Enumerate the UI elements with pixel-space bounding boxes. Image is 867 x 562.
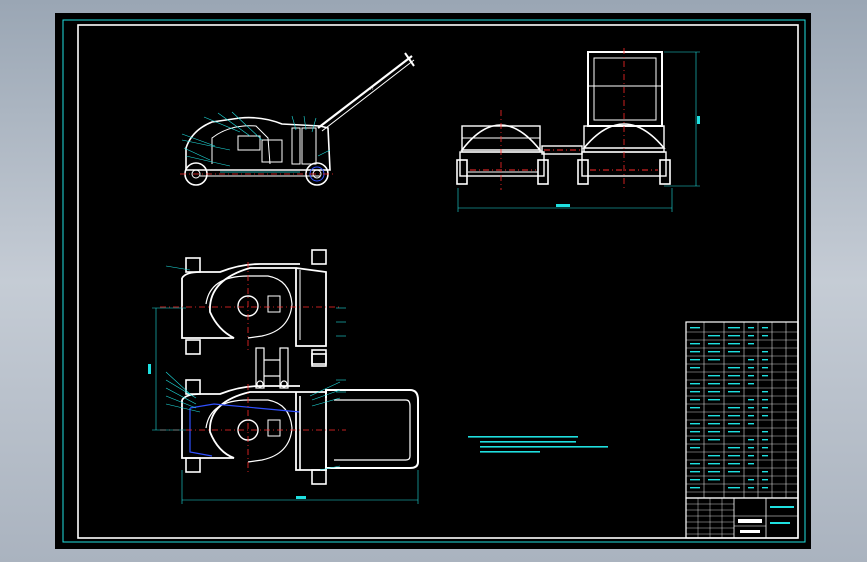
title-block	[685, 497, 799, 539]
mower-side-view[interactable]: ??	[180, 52, 415, 186]
mower-top-view[interactable]	[148, 249, 419, 504]
svg-text:??: ??	[370, 87, 374, 91]
mower-front-view[interactable]	[456, 48, 700, 212]
parts-list-table	[685, 321, 799, 499]
engineering-drawing: ??	[62, 19, 806, 543]
cad-viewport[interactable]: ??	[55, 13, 811, 549]
technical-notes	[468, 436, 608, 453]
